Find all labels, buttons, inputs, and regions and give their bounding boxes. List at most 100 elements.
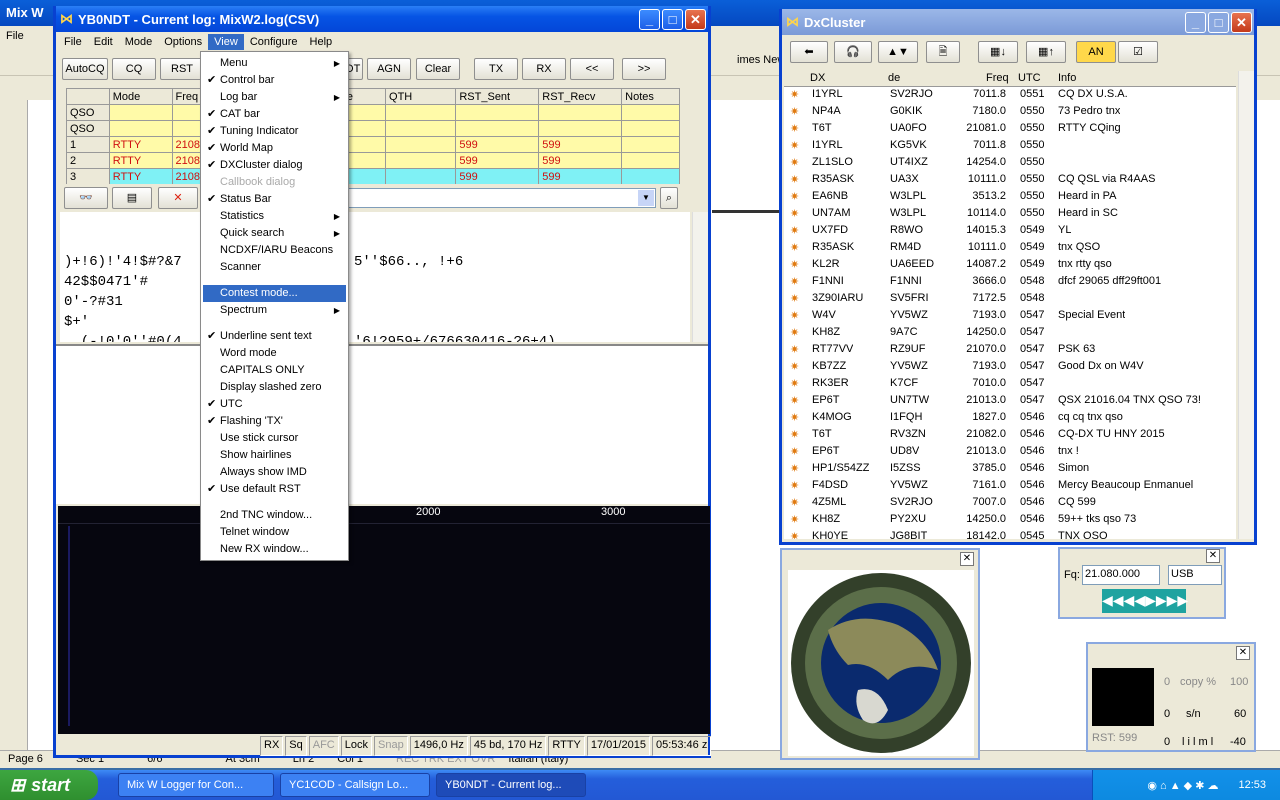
headphones-icon[interactable]: 🎧 [834, 41, 872, 63]
binoculars-icon[interactable]: 👓 [64, 187, 108, 209]
background-menu-file[interactable]: File [6, 30, 24, 42]
menu-mode[interactable]: Mode [119, 34, 159, 50]
view-menu-item[interactable]: ✔ DXCluster dialog [203, 157, 346, 174]
log-cell[interactable]: 2 [66, 152, 110, 169]
start-button[interactable]: ⊞ start [0, 770, 98, 800]
log-row[interactable]: QSO [66, 104, 680, 121]
log-cell[interactable] [538, 120, 623, 137]
view-menu-item[interactable]: ✔ Flashing 'TX' [203, 413, 346, 430]
col-freq[interactable]: Freq [986, 72, 1009, 84]
dxcluster-titlebar[interactable]: ⋈ DxCluster _ □ ✕ [782, 9, 1254, 35]
clear-button[interactable]: Clear [416, 58, 460, 80]
status-rx[interactable]: RX [260, 736, 284, 756]
dx-spot-row[interactable]: ✷ 3Z90IARU SV5FRI 7172.5 0548 [786, 291, 1236, 308]
view-menu-item[interactable]: NCDXF/IARU Beacons [203, 242, 346, 259]
cat-close-icon[interactable]: ✕ [1206, 549, 1220, 563]
log-cell[interactable]: RTTY [108, 168, 173, 185]
dxcluster-scrollbar[interactable] [1238, 71, 1254, 539]
menu-file[interactable]: File [58, 34, 88, 50]
freq-input[interactable]: 21.080.000 [1082, 565, 1160, 585]
world-map-close-icon[interactable]: ✕ [960, 552, 974, 566]
log-cell[interactable]: QSO [66, 104, 110, 121]
checklist-icon[interactable]: ☑ [1118, 41, 1158, 63]
tune-arrows-button[interactable]: ◀◀◀◀▶▶▶▶ [1102, 589, 1188, 613]
log-cell[interactable] [108, 120, 173, 137]
task-mixw-logger[interactable]: Mix W Logger for Con... [118, 773, 274, 797]
view-menu-item[interactable]: ✔ World Map [203, 140, 346, 157]
log-cell[interactable]: 1 [66, 136, 110, 153]
dx-spot-row[interactable]: ✷ KL2R UA6EED 14087.2 0549 tnx rtty qso [786, 257, 1236, 274]
dx-spot-row[interactable]: ✷ F1NNI F1NNI 3666.0 0548 dfcf 29065 dff29ft0… [786, 274, 1236, 291]
log-cell[interactable] [455, 120, 540, 137]
dx-spot-row[interactable]: ✷ K4MOG I1FQH 1827.0 0546 cq cq tnx qso [786, 410, 1236, 427]
status-snap[interactable]: Snap [374, 736, 408, 756]
dx-spot-row[interactable]: ✷ I1YRL KG5VK 7011.8 0550 [786, 138, 1236, 155]
menu-help[interactable]: Help [304, 34, 339, 50]
dx-spot-row[interactable]: ✷ UX7FD R8WO 14015.3 0549 YL [786, 223, 1236, 240]
delete-icon[interactable]: ✕ [158, 187, 198, 209]
dxcluster-list[interactable]: ✷ I1YRL SV2RJO 7011.8 0551 CQ DX U.S.A. ✷ NP4A G… [784, 87, 1236, 539]
autocq-button[interactable]: AutoCQ [62, 58, 108, 80]
view-menu-item[interactable]: Statistics ▶ [203, 208, 346, 225]
log-cell[interactable]: 599 [455, 152, 540, 169]
dx-spot-row[interactable]: ✷ KH0YE JG8BIT 18142.0 0545 TNX QSO [786, 529, 1236, 539]
view-menu-item[interactable]: Menu ▶ [203, 55, 346, 72]
log-cell[interactable]: 599 [538, 152, 623, 169]
log-cell[interactable] [385, 136, 457, 153]
log-cell[interactable]: 599 [538, 168, 623, 185]
log-row[interactable]: QSO [66, 120, 680, 137]
dx-spot-row[interactable]: ✷ EA6NB W3LPL 3513.2 0550 Heard in PA [786, 189, 1236, 206]
view-menu-item[interactable]: Display slashed zero [203, 379, 346, 396]
document-icon[interactable]: 🗎 [926, 41, 960, 63]
dx-spot-row[interactable]: ✷ RT77VV RZ9UF 21070.0 0547 PSK 63 [786, 342, 1236, 359]
minimize-button[interactable]: _ [639, 8, 660, 30]
dx-spot-row[interactable]: ✷ ZL1SLO UT4IXZ 14254.0 0550 [786, 155, 1236, 172]
rx-text-window[interactable]: )+!6)!'4!$#?&7 5''$66.., !+6 42$$0471'# 0'-… [60, 212, 690, 342]
log-cell[interactable] [621, 168, 680, 185]
import-icon[interactable]: ▦↓ [978, 41, 1018, 63]
cq-button[interactable]: CQ [112, 58, 156, 80]
log-cell[interactable] [108, 104, 173, 121]
dx-spot-row[interactable]: ✷ NP4A G0KIK 7180.0 0550 73 Pedro tnx [786, 104, 1236, 121]
search-combo[interactable]: ▼ [346, 188, 656, 208]
view-menu-item[interactable]: Word mode [203, 345, 346, 362]
log-cell[interactable] [385, 168, 457, 185]
log-cell[interactable] [538, 104, 623, 121]
dx-spot-row[interactable]: ✷ R35ASK UA3X 10111.0 0550 CQ QSL via R4AAS [786, 172, 1236, 189]
log-cell[interactable] [455, 104, 540, 121]
tray-icons[interactable]: ◉ ⌂ ▲ ◆ ✱ ☁ [1147, 779, 1218, 792]
dx-minimize-button[interactable]: _ [1185, 11, 1206, 33]
tx-text-window[interactable] [56, 344, 708, 504]
agn-button[interactable]: AGN [367, 58, 411, 80]
mixw-titlebar[interactable]: ⋈ YB0NDT - Current log: MixW2.log(CSV) _… [56, 6, 708, 32]
view-menu-item[interactable]: Contest mode... [203, 285, 346, 302]
view-menu-item[interactable]: ✔ UTC [203, 396, 346, 413]
col-utc[interactable]: UTC [1018, 72, 1041, 84]
col-de[interactable]: de [888, 72, 900, 84]
view-menu-item[interactable]: Use stick cursor [203, 430, 346, 447]
view-menu-item[interactable]: ✔ Status Bar [203, 191, 346, 208]
view-menu-item[interactable]: Log bar ▶ [203, 89, 346, 106]
edit-record-icon[interactable]: ▤ [112, 187, 152, 209]
export-icon[interactable]: ▦↑ [1026, 41, 1066, 63]
view-menu-item[interactable]: Spectrum ▶ [203, 302, 346, 319]
search-icon[interactable]: ⌕ [660, 187, 678, 209]
view-menu-item[interactable]: Always show IMD [203, 464, 346, 481]
announce-icon[interactable]: AN [1076, 41, 1116, 63]
maximize-button[interactable]: □ [662, 8, 683, 30]
view-menu-item[interactable]: Telnet window [203, 524, 346, 541]
log-cell[interactable]: 599 [455, 168, 540, 185]
dx-spot-row[interactable]: ✷ F4DSD YV5WZ 7161.0 0546 Mercy Beaucoup Enma… [786, 478, 1236, 495]
dx-spot-row[interactable]: ✷ HP1/S54ZZ I5ZSS 3785.0 0546 Simon [786, 461, 1236, 478]
status-mode[interactable]: RTTY [548, 736, 585, 756]
log-cell[interactable] [385, 120, 457, 137]
dx-spot-row[interactable]: ✷ KH8Z 9A7C 14250.0 0547 [786, 325, 1236, 342]
view-menu-item[interactable]: ✔ Tuning Indicator [203, 123, 346, 140]
log-cell[interactable]: RTTY [108, 152, 173, 169]
dx-spot-row[interactable]: ✷ EP6T UN7TW 21013.0 0547 QSX 21016.04 TNX QS… [786, 393, 1236, 410]
log-row[interactable]: 3RTTY21080,000599599 [66, 168, 680, 185]
log-col-header[interactable]: RST_Sent [455, 88, 540, 105]
dx-maximize-button[interactable]: □ [1208, 11, 1229, 33]
log-col-header[interactable]: Notes [621, 88, 680, 105]
rst-button[interactable]: RST [160, 58, 204, 80]
